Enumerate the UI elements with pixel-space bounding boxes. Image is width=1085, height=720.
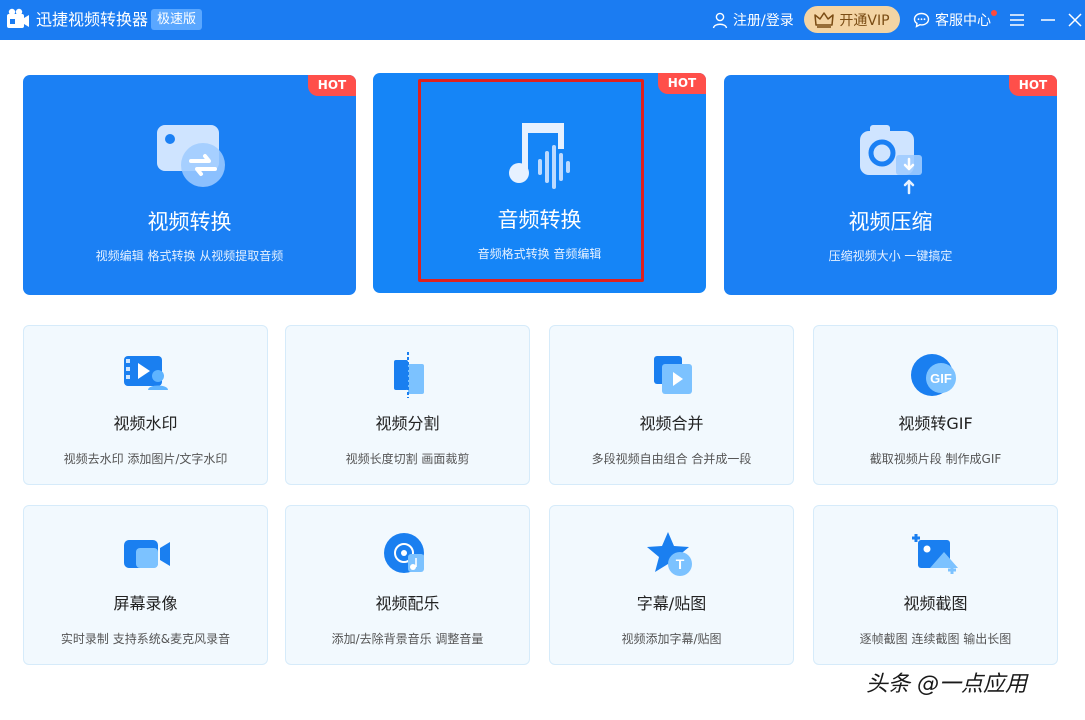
- split-icon: [393, 352, 424, 398]
- hot-tag: HOT: [308, 75, 356, 96]
- tool-title: 视频转GIF: [898, 414, 973, 433]
- tool-title: 视频水印: [113, 414, 178, 433]
- feature-subtitle: 压缩视频大小 一键搞定: [828, 249, 953, 263]
- minimize-icon[interactable]: [1037, 9, 1059, 31]
- tool-subtitle: 视频去水印 添加图片/文字水印: [63, 452, 228, 466]
- gif-icon: GIF: [910, 354, 956, 396]
- customer-service-label: 客服中心: [935, 13, 991, 29]
- video-convert-card[interactable]: HOT 视频转换 视频编辑 格式转换 从视频提取音频: [23, 75, 356, 295]
- watermark-text: 头条 @一点应用: [866, 672, 1027, 697]
- tool-video-merge[interactable]: 视频合并 多段视频自由组合 合并成一段: [549, 325, 794, 485]
- feature-title: 音频转换: [497, 208, 582, 232]
- disc-music-icon: [383, 533, 424, 573]
- text-icon-letter: T: [675, 556, 684, 572]
- tool-title: 字幕/贴图: [636, 594, 707, 613]
- customer-service-button[interactable]: 客服中心: [913, 9, 991, 31]
- tool-video-watermark[interactable]: 视频水印 视频去水印 添加图片/文字水印: [23, 325, 268, 485]
- video-camera-icon: [123, 540, 170, 568]
- feature-subtitle: 音频格式转换 音频编辑: [477, 247, 602, 261]
- camera-compress-icon: [859, 125, 922, 195]
- feature-subtitle: 视频编辑 格式转换 从视频提取音频: [95, 249, 284, 263]
- screenshot-icon: [911, 534, 958, 574]
- tool-subtitle: 逐帧截图 连续截图 输出长图: [859, 632, 1012, 646]
- music-note-icon: [508, 123, 570, 189]
- video-compress-card[interactable]: HOT 视频压缩 压缩视频大小 一键搞定: [724, 75, 1057, 295]
- app-title: 迅捷视频转换器: [36, 10, 149, 29]
- login-label: 注册/登录: [733, 13, 794, 29]
- menu-icon[interactable]: [1006, 9, 1028, 31]
- tool-subtitle: 视频长度切割 画面裁剪: [345, 452, 470, 466]
- tool-subtitle: 实时录制 支持系统&麦克风录音: [60, 632, 231, 646]
- hot-tag: HOT: [658, 73, 706, 94]
- crown-icon: [814, 11, 835, 28]
- tool-subtitle: 截取视频片段 制作成GIF: [869, 452, 1002, 466]
- tool-title: 视频截图: [903, 594, 968, 613]
- tool-video-music[interactable]: 视频配乐 添加/去除背景音乐 调整音量: [285, 505, 530, 665]
- hot-tag: HOT: [1009, 75, 1057, 96]
- tool-title: 视频分割: [375, 414, 440, 433]
- vip-button[interactable]: 开通VIP: [804, 6, 900, 33]
- tool-screen-record[interactable]: 屏幕录像 实时录制 支持系统&麦克风录音: [23, 505, 268, 665]
- merge-icon: [653, 356, 692, 394]
- notification-dot: [991, 10, 997, 16]
- tool-title: 视频配乐: [375, 594, 440, 613]
- chat-bubble-icon: [913, 12, 930, 28]
- tool-video-split[interactable]: 视频分割 视频长度切割 画面裁剪: [285, 325, 530, 485]
- tool-video-to-gif[interactable]: GIF 视频转GIF 截取视频片段 制作成GIF: [813, 325, 1058, 485]
- title-bar: 迅捷视频转换器 极速版 注册/登录 开通VIP 客服中心: [0, 0, 1085, 40]
- video-convert-icon: [156, 125, 225, 187]
- close-icon[interactable]: [1064, 9, 1085, 31]
- star-text-icon: T: [646, 532, 692, 576]
- tool-title: 屏幕录像: [113, 594, 178, 613]
- watermark-icon: [123, 356, 168, 390]
- vip-label: 开通VIP: [839, 12, 890, 29]
- tool-title: 视频合并: [639, 414, 704, 433]
- login-button[interactable]: 注册/登录: [712, 9, 794, 31]
- edition-badge: 极速版: [151, 9, 203, 30]
- gif-icon-text: GIF: [930, 371, 952, 386]
- tool-subtitle: 多段视频自由组合 合并成一段: [591, 452, 752, 466]
- app-logo-icon: [7, 8, 29, 28]
- feature-title: 视频转换: [147, 210, 232, 234]
- tool-subtitle: 添加/去除背景音乐 调整音量: [331, 632, 484, 646]
- tool-subtitle: 视频添加字幕/贴图: [621, 632, 722, 646]
- tool-video-screenshot[interactable]: 视频截图 逐帧截图 连续截图 输出长图: [813, 505, 1058, 665]
- feature-title: 视频压缩: [848, 210, 933, 234]
- audio-convert-card[interactable]: HOT 音频转换 音频格式转换 音频编辑: [373, 73, 706, 293]
- tool-subtitle-sticker[interactable]: T 字幕/贴图 视频添加字幕/贴图: [549, 505, 794, 665]
- user-icon: [712, 12, 728, 28]
